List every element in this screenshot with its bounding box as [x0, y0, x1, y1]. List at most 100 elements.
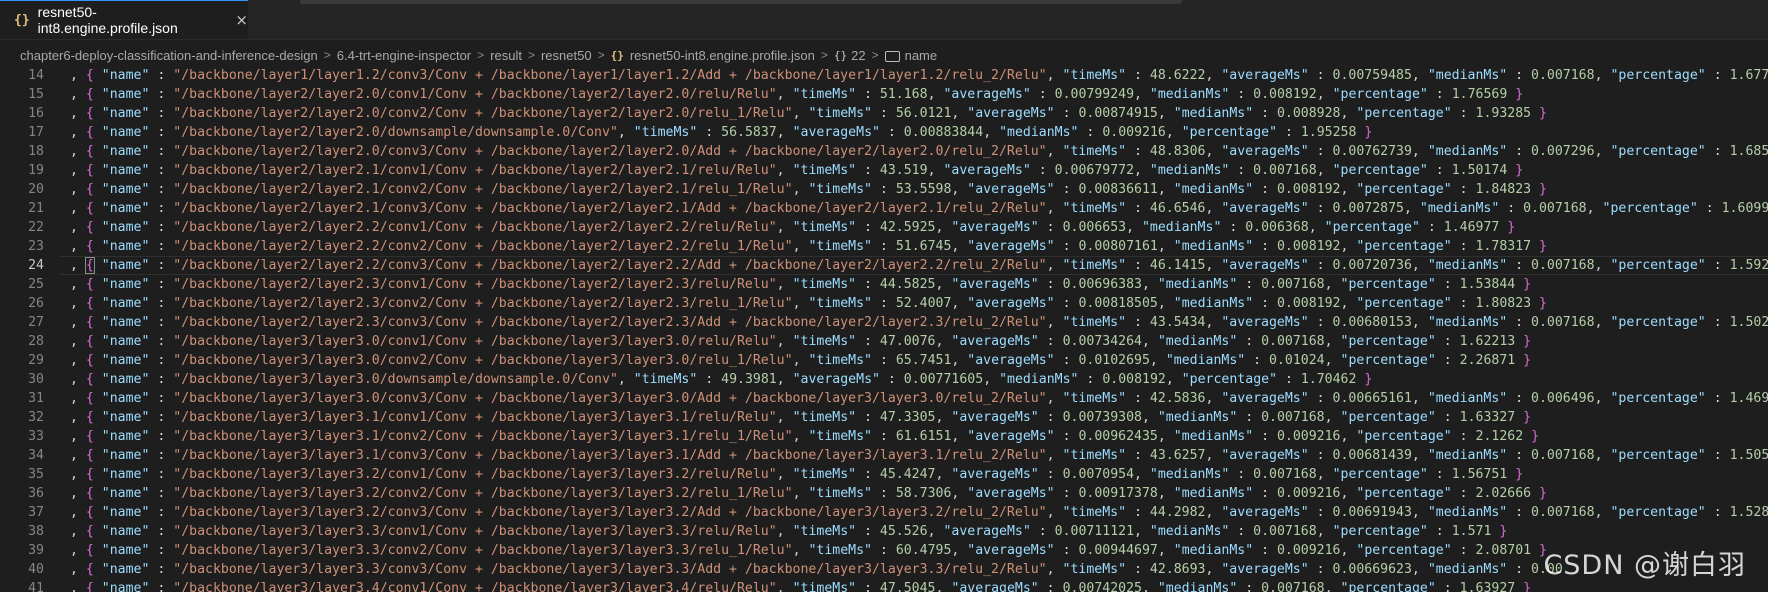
code-line[interactable]: 30, { "name" : "/backbone/layer3/layer3.… — [0, 370, 1768, 389]
json-key: "timeMs" — [633, 125, 698, 140]
json-key: "percentage" — [1356, 182, 1452, 197]
code-line[interactable]: 27, { "name" : "/backbone/layer2/layer2.… — [0, 313, 1768, 332]
json-value-percentage: 1.46946 — [1729, 391, 1768, 406]
comma-token: , — [776, 87, 793, 102]
code-line[interactable]: 20, { "name" : "/backbone/layer2/layer2.… — [0, 180, 1768, 199]
line-content: , { "name" : "/backbone/layer3/layer3.3/… — [70, 560, 1571, 579]
breadcrumb-item[interactable]: chapter6-deploy-classification-and-infer… — [20, 48, 318, 63]
colon-token: : — [149, 391, 174, 406]
json-value-medianMs: 0.008192 — [1276, 296, 1341, 311]
json-key: "timeMs" — [1062, 258, 1127, 273]
close-brace-token: } — [1523, 334, 1532, 349]
code-line[interactable]: 39, { "name" : "/backbone/layer3/layer3.… — [0, 541, 1768, 560]
breadcrumb-item[interactable]: resnet50 — [541, 48, 592, 63]
json-key: "name" — [101, 562, 150, 577]
code-line[interactable]: 19, { "name" : "/backbone/layer2/layer2.… — [0, 161, 1768, 180]
json-key: "percentage" — [1340, 581, 1436, 592]
code-line[interactable]: 35, { "name" : "/backbone/layer3/layer3.… — [0, 465, 1768, 484]
breadcrumb-field[interactable]: name — [905, 48, 938, 63]
comma-token: , — [1205, 448, 1222, 463]
code-editor[interactable]: 14, { "name" : "/backbone/layer1/layer1.… — [0, 66, 1768, 592]
code-line[interactable]: 14, { "name" : "/backbone/layer1/layer1.… — [0, 66, 1768, 85]
open-brace-token: { — [85, 315, 94, 330]
code-line[interactable]: 16, { "name" : "/backbone/layer2/layer2.… — [0, 104, 1768, 123]
code-line[interactable]: 40, { "name" : "/backbone/layer3/layer3.… — [0, 560, 1768, 579]
json-value-timeMs: 51.6745 — [895, 239, 952, 254]
comma-token: , — [1594, 68, 1611, 83]
close-brace-token: } — [1523, 277, 1532, 292]
code-line[interactable]: 15, { "name" : "/backbone/layer2/layer2.… — [0, 85, 1768, 104]
comma-token: , — [1126, 220, 1142, 235]
code-line[interactable]: 32, { "name" : "/backbone/layer3/layer3.… — [0, 408, 1768, 427]
json-value-percentage: 1.62213 — [1459, 334, 1516, 349]
comma-token — [1531, 106, 1539, 121]
code-line[interactable]: 33, { "name" : "/backbone/layer3/layer3.… — [0, 427, 1768, 446]
tab-scrollbar[interactable] — [300, 0, 1182, 4]
code-line[interactable]: 38, { "name" : "/backbone/layer3/layer3.… — [0, 522, 1768, 541]
json-key: "name" — [101, 372, 150, 387]
comma-token: , — [70, 581, 86, 592]
editor-tab[interactable]: {} resnet50-int8.engine.profile.json × — [0, 0, 248, 39]
code-line[interactable]: 23, { "name" : "/backbone/layer2/layer2.… — [0, 237, 1768, 256]
json-key: "timeMs" — [1062, 315, 1127, 330]
comma-token: , — [1594, 505, 1611, 520]
code-line[interactable]: 21, { "name" : "/backbone/layer2/layer2.… — [0, 199, 1768, 218]
json-key: "percentage" — [1340, 277, 1436, 292]
colon-token: : — [1237, 334, 1262, 349]
breadcrumb-item[interactable]: 6.4-trt-engine-inspector — [337, 48, 471, 63]
chevron-right-icon: > — [527, 48, 535, 62]
json-key: "averageMs" — [1221, 68, 1309, 83]
line-number: 39 — [28, 543, 44, 558]
comma-token: , — [70, 201, 86, 216]
line-content: , { "name" : "/backbone/layer2/layer2.0/… — [70, 104, 1547, 123]
comma-token: , — [70, 296, 86, 311]
json-value-percentage: 1.60995 — [1721, 201, 1768, 216]
code-line[interactable]: 31, { "name" : "/backbone/layer3/layer3.… — [0, 389, 1768, 408]
code-line[interactable]: 26, { "name" : "/backbone/layer2/layer2.… — [0, 294, 1768, 313]
colon-token: : — [1253, 429, 1277, 444]
code-line[interactable]: 41, { "name" : "/backbone/layer3/layer3.… — [0, 579, 1768, 592]
code-line[interactable]: 17, { "name" : "/backbone/layer2/layer2.… — [0, 123, 1768, 142]
close-brace-token: } — [1507, 220, 1516, 235]
code-line[interactable]: 25, { "name" : "/backbone/layer2/layer2.… — [0, 275, 1768, 294]
colon-token: : — [871, 543, 896, 558]
colon-token: : — [149, 429, 174, 444]
json-key: "medianMs" — [1157, 410, 1238, 425]
json-key: "timeMs" — [808, 353, 872, 368]
json-key: "medianMs" — [999, 372, 1079, 387]
comma-token: , — [1316, 524, 1333, 539]
json-key: "name" — [101, 448, 150, 463]
colon-token: : — [1507, 315, 1532, 330]
code-line[interactable]: 22, { "name" : "/backbone/layer2/layer2.… — [0, 218, 1768, 237]
breadcrumb-item[interactable]: result — [490, 48, 522, 63]
breadcrumb-file[interactable]: resnet50-int8.engine.profile.json — [630, 48, 815, 63]
json-key: "averageMs" — [967, 429, 1055, 444]
comma-token: , — [1411, 448, 1428, 463]
breadcrumb-object[interactable]: 22 — [851, 48, 865, 63]
code-line[interactable]: 34, { "name" : "/backbone/layer3/layer3.… — [0, 446, 1768, 465]
comma-token: , — [1046, 68, 1063, 83]
json-key: "timeMs" — [792, 334, 857, 349]
colon-token: : — [1030, 87, 1055, 102]
code-line[interactable]: 36, { "name" : "/backbone/layer3/layer3.… — [0, 484, 1768, 503]
code-line[interactable]: 37, { "name" : "/backbone/layer3/layer3.… — [0, 503, 1768, 522]
json-key: "name" — [101, 486, 150, 501]
code-line[interactable]: 24, { "name" : "/backbone/layer2/layer2.… — [0, 256, 1768, 275]
close-brace-token: } — [1515, 163, 1524, 178]
close-icon[interactable]: × — [235, 11, 248, 29]
colon-token: : — [1054, 296, 1079, 311]
comma-token: , — [70, 125, 86, 140]
json-key: "averageMs" — [943, 163, 1031, 178]
code-line[interactable]: 28, { "name" : "/backbone/layer3/layer3.… — [0, 332, 1768, 351]
comma-token: , — [776, 410, 793, 425]
code-line[interactable]: 29, { "name" : "/backbone/layer3/layer3.… — [0, 351, 1768, 370]
json-key: "percentage" — [1181, 372, 1278, 387]
colon-token: : — [871, 239, 896, 254]
comma-token: , — [70, 429, 86, 444]
code-line[interactable]: 18, { "name" : "/backbone/layer2/layer2.… — [0, 142, 1768, 161]
json-key: "averageMs" — [967, 486, 1055, 501]
json-value-medianMs: 0.007168 — [1261, 334, 1325, 349]
tab-bar: {} resnet50-int8.engine.profile.json × — [0, 0, 1768, 40]
